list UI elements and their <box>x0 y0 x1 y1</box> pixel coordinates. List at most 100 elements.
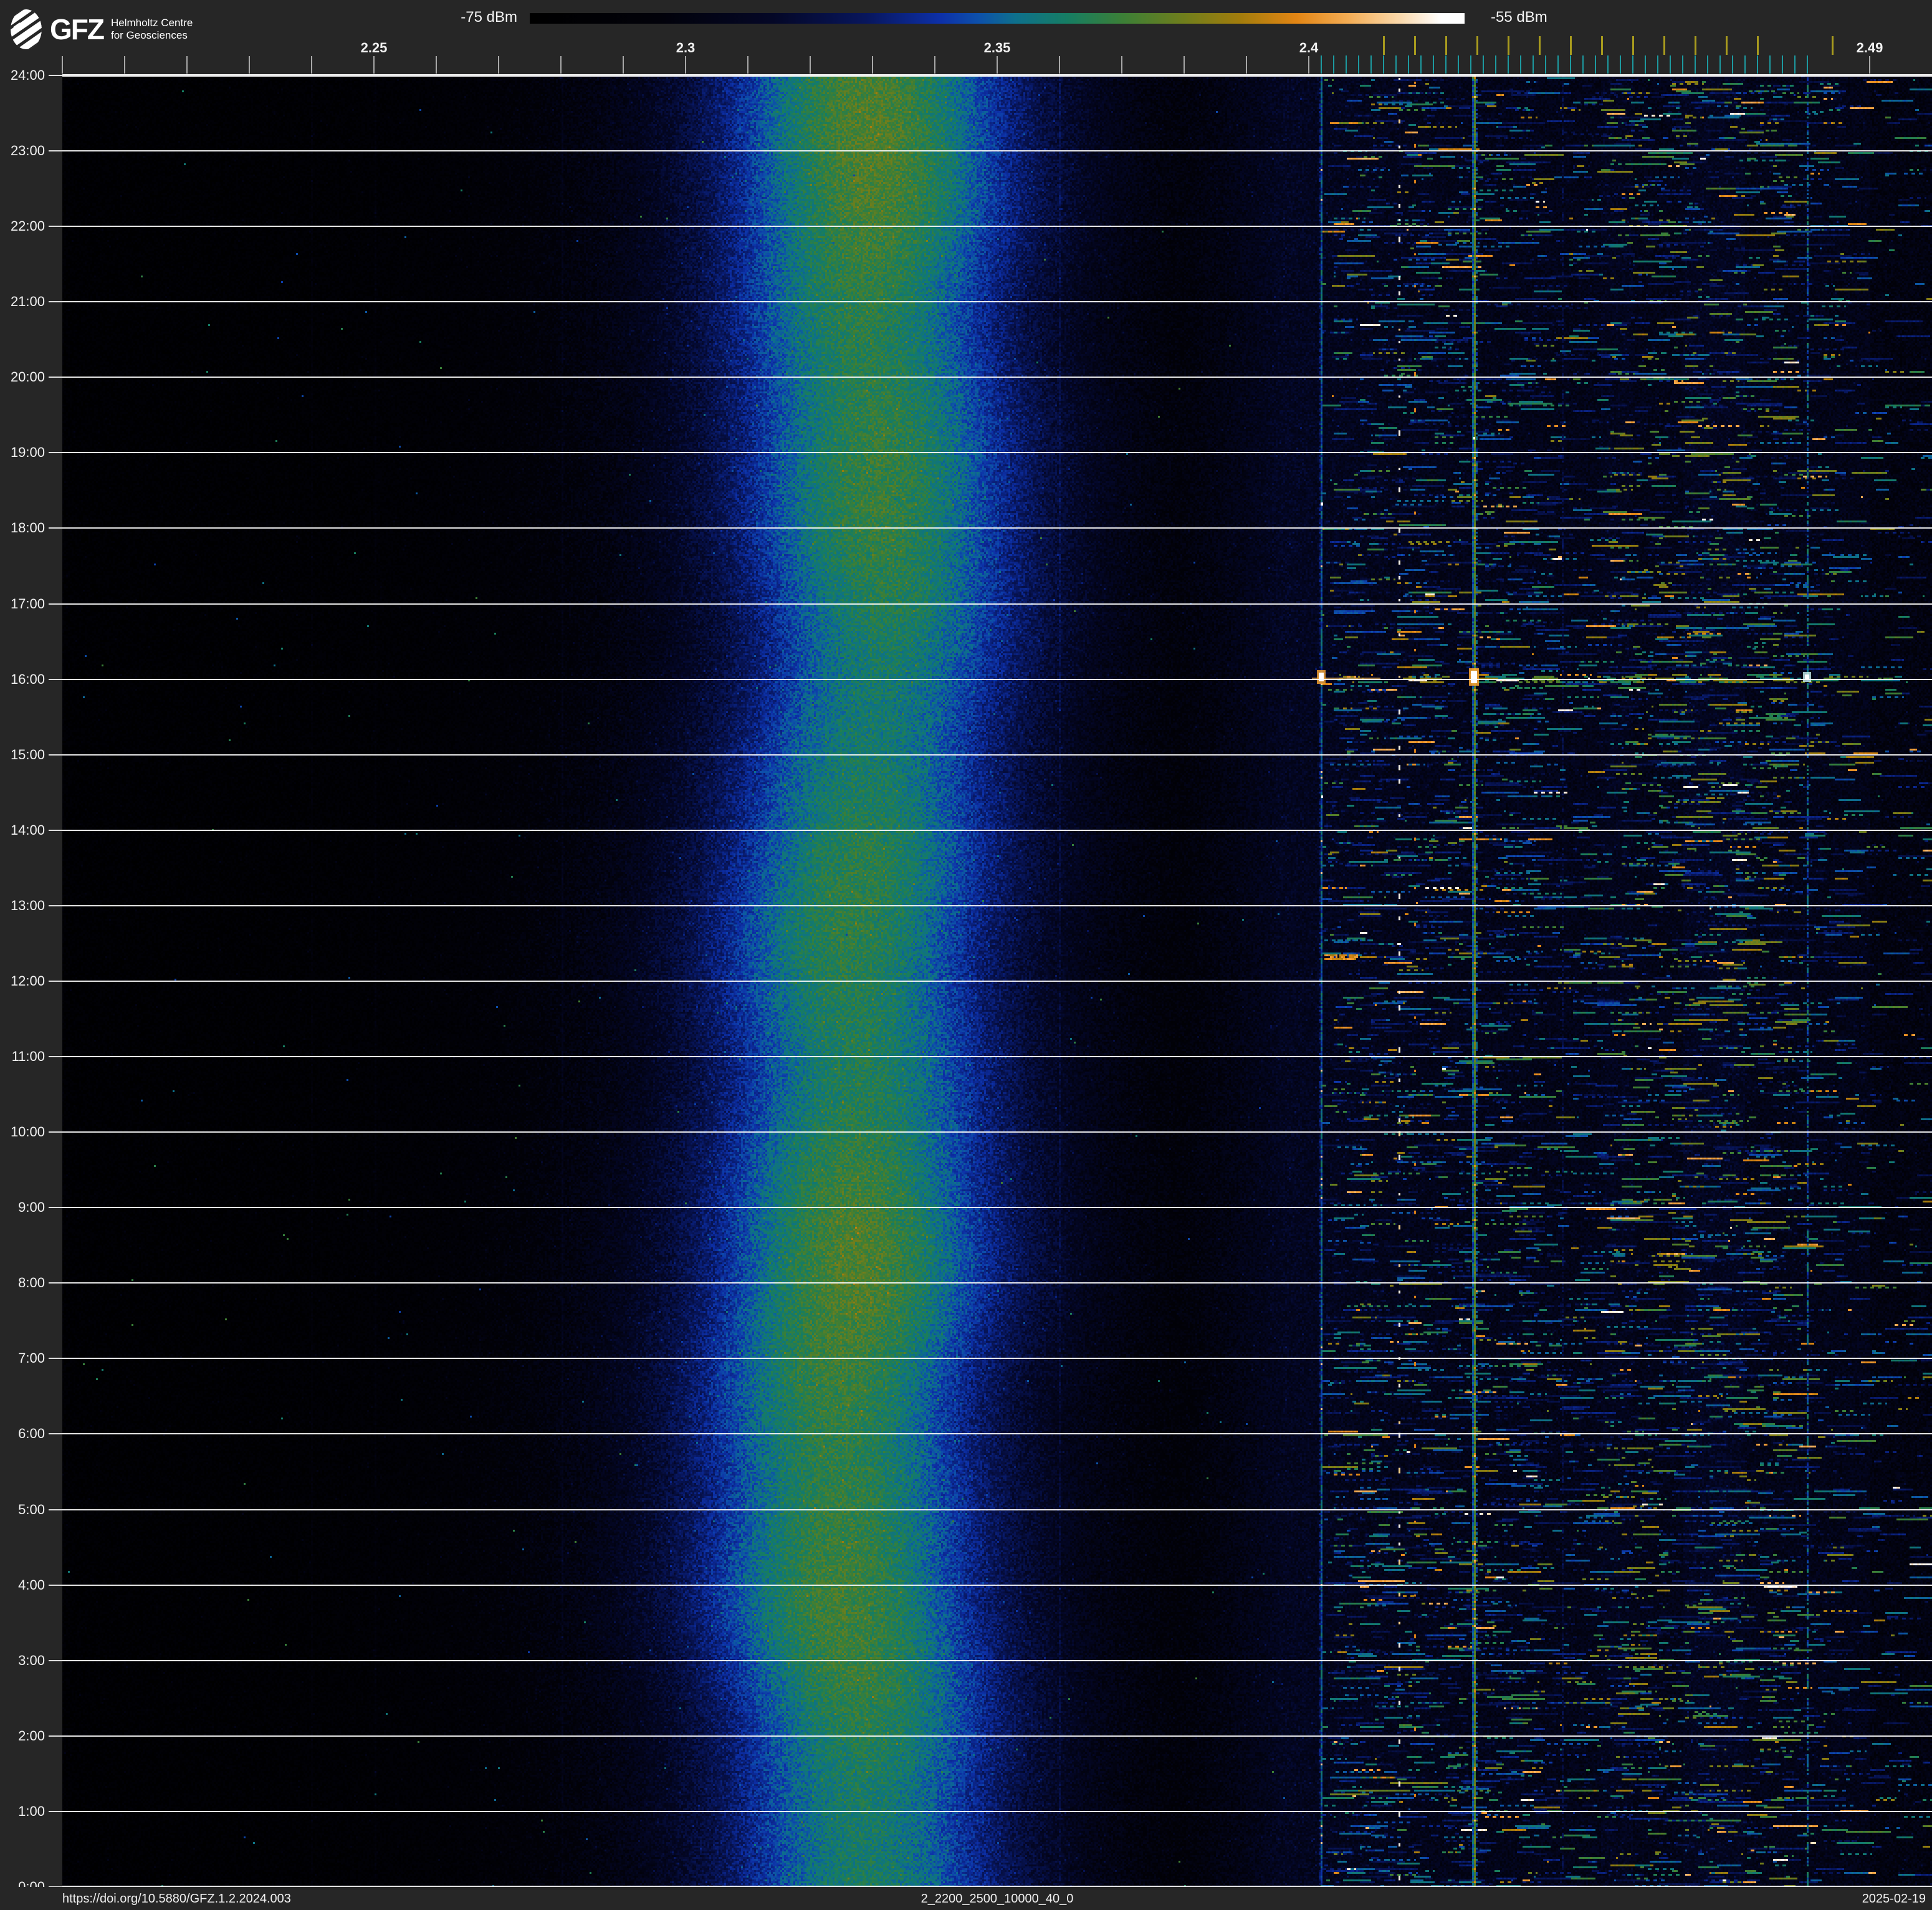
time-tick <box>49 527 62 529</box>
spectrogram-canvas <box>62 75 1932 1887</box>
ble-channel-tick <box>1383 55 1384 74</box>
time-tick-label: 8:00 <box>18 1275 45 1290</box>
ble-channel-tick <box>1757 55 1758 74</box>
time-tick <box>49 905 62 906</box>
freq-tick-label: 2.49 <box>1856 40 1883 55</box>
ble-channel-tick <box>1707 55 1708 74</box>
time-tick <box>49 75 62 76</box>
time-tick <box>49 830 62 831</box>
freq-minor-tick <box>249 56 250 74</box>
gfz-globe-icon <box>11 9 42 49</box>
ble-channel-tick <box>1346 55 1347 74</box>
time-tick-label: 7:00 <box>18 1350 45 1366</box>
time-tick-label: 17:00 <box>10 596 45 612</box>
time-tick <box>49 226 62 227</box>
freq-minor-tick <box>747 56 748 74</box>
doi-text: https://doi.org/10.5880/GFZ.1.2.2024.003 <box>62 1892 291 1906</box>
freq-minor-tick <box>623 56 624 74</box>
ble-channel-tick <box>1520 55 1521 74</box>
ble-channel-tick <box>1483 55 1484 74</box>
ble-channel-tick <box>1719 55 1721 74</box>
freq-tick-label: 2.25 <box>360 40 388 55</box>
ble-channel-tick <box>1508 55 1509 74</box>
ble-channel-tick <box>1807 55 1808 74</box>
freq-major-tick <box>997 56 998 74</box>
gfz-subtitle-line2: for Geosciences <box>110 29 188 41</box>
freq-minor-tick <box>311 56 312 74</box>
freq-minor-tick <box>186 56 188 74</box>
ble-channel-tick <box>1670 55 1671 74</box>
time-tick-label: 10:00 <box>10 1124 45 1140</box>
ble-channel-tick <box>1620 55 1621 74</box>
ble-channel-tick <box>1458 55 1459 74</box>
freq-minor-tick <box>1184 56 1185 74</box>
wifi-channel-tick <box>1601 36 1603 55</box>
freq-minor-tick <box>436 56 437 74</box>
time-tick <box>49 1509 62 1510</box>
spectrogram-page: GFZ Helmholtz Centre for Geosciences -75… <box>0 0 1932 1910</box>
time-tick-label: 12:00 <box>10 973 45 989</box>
wifi-channel-tick <box>1632 36 1634 55</box>
freq-tick-label: 2.35 <box>983 40 1011 55</box>
time-tick-label: 23:00 <box>10 143 45 158</box>
time-tick <box>49 754 62 756</box>
ble-channel-tick <box>1495 55 1496 74</box>
gfz-subtitle: Helmholtz Centre for Geosciences <box>111 17 193 42</box>
wifi-channel-tick <box>1476 36 1478 55</box>
wifi-channel-tick <box>1414 36 1416 55</box>
gfz-logo: GFZ Helmholtz Centre for Geosciences <box>10 9 193 50</box>
wifi-channel-tick <box>1539 36 1541 55</box>
ble-channel-tick <box>1695 55 1696 74</box>
ble-channel-tick <box>1333 55 1334 74</box>
time-tick-label: 19:00 <box>10 444 45 460</box>
gfz-subtitle-line1: Helmholtz Centre <box>110 16 193 29</box>
freq-minor-tick <box>560 56 562 74</box>
freq-major-tick <box>373 56 375 74</box>
ble-channel-tick <box>1632 55 1633 74</box>
freq-minor-tick <box>934 56 935 74</box>
freq-minor-tick <box>872 56 873 74</box>
wifi-channel-tick <box>1663 36 1665 55</box>
ble-channel-tick <box>1533 55 1534 74</box>
time-tick-label: 3:00 <box>18 1653 45 1668</box>
time-tick-label: 5:00 <box>18 1502 45 1517</box>
wifi-channel-tick <box>1508 36 1509 55</box>
freq-minor-tick <box>1246 56 1247 74</box>
wifi-channel-tick <box>1757 36 1759 55</box>
time-tick <box>49 1207 62 1208</box>
ble-channel-tick <box>1657 55 1658 74</box>
freq-tick-label: 2.3 <box>676 40 696 55</box>
freq-major-tick <box>1308 56 1309 74</box>
dataset-id-text: 2_2200_2500_10000_40_0 <box>921 1892 1074 1906</box>
ble-channel-tick <box>1570 55 1571 74</box>
ble-channel-tick <box>1420 55 1422 74</box>
ble-channel-tick <box>1545 55 1546 74</box>
time-tick <box>49 981 62 982</box>
ble-channel-tick <box>1794 55 1796 74</box>
freq-minor-tick <box>1059 56 1060 74</box>
time-tick <box>49 1282 62 1284</box>
ble-channel-tick <box>1470 55 1471 74</box>
time-tick <box>49 301 62 302</box>
time-tick-label: 13:00 <box>10 898 45 913</box>
ble-channel-tick <box>1732 55 1733 74</box>
ble-channel-tick <box>1433 55 1434 74</box>
time-tick-label: 6:00 <box>18 1426 45 1441</box>
colorbar-min-label: -75 dBm <box>461 9 517 26</box>
ble-channel-tick <box>1395 55 1397 74</box>
wifi-channel-tick <box>1570 36 1572 55</box>
power-colorbar <box>530 13 1465 24</box>
time-tick-label: 20:00 <box>10 369 45 385</box>
ble-channel-tick <box>1682 55 1683 74</box>
freq-minor-tick <box>1121 56 1122 74</box>
ble-channel-tick <box>1744 55 1746 74</box>
time-tick <box>49 1131 62 1133</box>
time-tick <box>49 1433 62 1434</box>
time-tick <box>49 150 62 151</box>
time-tick-label: 21:00 <box>10 294 45 309</box>
wifi-channel-tick <box>1383 36 1385 55</box>
time-tick <box>49 452 62 453</box>
time-tick <box>49 1735 62 1737</box>
freq-tick-label: 2.4 <box>1299 40 1319 55</box>
time-tick <box>49 1811 62 1812</box>
